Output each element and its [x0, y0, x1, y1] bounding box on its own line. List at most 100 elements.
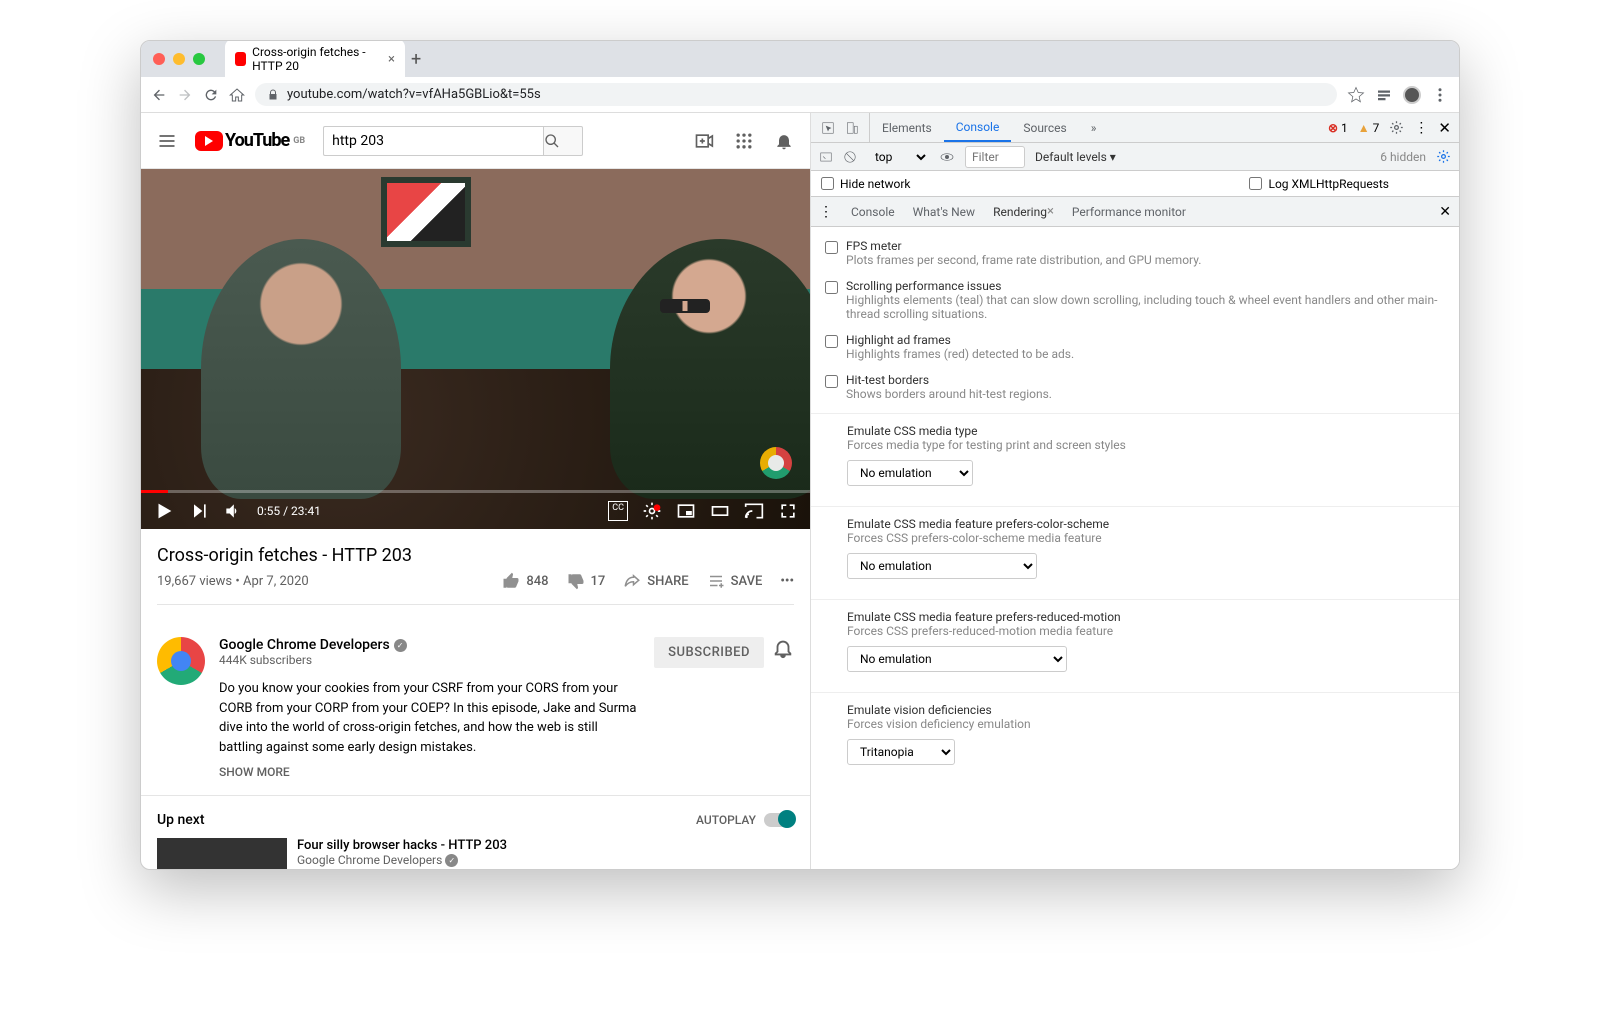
chrome-menu-icon[interactable]	[1431, 86, 1449, 104]
search-button[interactable]	[543, 126, 583, 156]
reload-icon[interactable]	[203, 87, 219, 103]
youtube-page: YouTube GB	[141, 113, 811, 869]
autoplay-toggle[interactable]	[764, 813, 794, 827]
fps-meter-option[interactable]: FPS meterPlots frames per second, frame …	[811, 233, 1459, 273]
region-label: GB	[293, 136, 305, 146]
close-rendering-icon[interactable]: ×	[1047, 204, 1054, 219]
apps-icon[interactable]	[734, 131, 754, 151]
lock-icon	[267, 89, 279, 101]
channel-avatar[interactable]	[157, 637, 205, 685]
vision-deficiency-select[interactable]: Tritanopia	[847, 739, 955, 765]
warn-badge[interactable]: ▲ 7	[1358, 121, 1380, 135]
back-icon[interactable]	[151, 87, 167, 103]
up-next-label: Up next	[157, 812, 205, 828]
color-scheme-select[interactable]: No emulation	[847, 553, 1037, 579]
cast-icon[interactable]	[744, 501, 764, 521]
search-icon	[544, 133, 560, 149]
play-icon[interactable]	[153, 500, 175, 522]
close-drawer-icon[interactable]: ✕	[1439, 204, 1451, 220]
theater-icon[interactable]	[710, 501, 730, 521]
video-player[interactable]: 0:55 / 23:41 CC	[141, 169, 810, 529]
omnibox[interactable]: youtube.com/watch?v=vfAHa5GBLio&t=55s	[255, 83, 1337, 106]
fullscreen-icon[interactable]	[778, 501, 798, 521]
tab-elements[interactable]: Elements	[870, 113, 944, 142]
settings-icon[interactable]	[642, 501, 662, 521]
drawer-console[interactable]: Console	[851, 197, 895, 226]
next-channel: Google Chrome Developers ✓	[297, 853, 507, 867]
show-more-button[interactable]: SHOW MORE	[219, 765, 640, 779]
video-description: Do you know your cookies from your CSRF …	[219, 679, 640, 757]
ad-frames-option[interactable]: Highlight ad framesHighlights frames (re…	[811, 327, 1459, 367]
close-devtools-icon[interactable]: ✕	[1438, 119, 1451, 137]
extension-icon[interactable]	[1375, 86, 1393, 104]
drawer-menu-icon[interactable]: ⋮	[819, 204, 833, 220]
drawer-rendering[interactable]: Rendering ×	[993, 197, 1054, 226]
hidden-count[interactable]: 6 hidden	[1380, 150, 1426, 164]
search-input[interactable]	[323, 126, 543, 156]
scroll-perf-option[interactable]: Scrolling performance issuesHighlights e…	[811, 273, 1459, 327]
miniplayer-icon[interactable]	[676, 501, 696, 521]
tab-sources[interactable]: Sources	[1011, 113, 1078, 142]
browser-window: Cross-origin fetches - HTTP 20 × + youtu…	[140, 40, 1460, 870]
rendering-pane: FPS meterPlots frames per second, frame …	[811, 227, 1459, 869]
console-settings-icon[interactable]	[1436, 149, 1451, 164]
home-icon[interactable]	[229, 87, 245, 103]
gear-icon[interactable]	[1389, 120, 1404, 135]
emulate-color-scheme: Emulate CSS media feature prefers-color-…	[811, 506, 1459, 593]
device-toggle-icon[interactable]	[845, 121, 859, 135]
up-next: Up next AUTOPLAY Four silly Four silly b…	[141, 796, 810, 869]
drawer-whatsnew[interactable]: What's New	[913, 197, 975, 226]
profile-avatar[interactable]	[1403, 86, 1421, 104]
error-badge[interactable]: ⊗ 1	[1328, 121, 1348, 135]
reduced-motion-select[interactable]: No emulation	[847, 646, 1067, 672]
next-title: Four silly browser hacks - HTTP 203	[297, 838, 507, 853]
next-video[interactable]: Four silly Four silly browser hacks - HT…	[157, 838, 794, 869]
tab-console[interactable]: Console	[944, 113, 1012, 142]
hide-network-checkbox[interactable]: Hide network	[821, 177, 911, 191]
context-selector[interactable]: top	[867, 147, 929, 167]
verified-icon: ✓	[445, 854, 458, 867]
youtube-logo[interactable]: YouTube GB	[195, 130, 305, 151]
media-type-select[interactable]: No emulation	[847, 460, 973, 486]
log-xhr-checkbox[interactable]: Log XMLHttpRequests	[1249, 177, 1389, 191]
tabs-overflow-icon[interactable]: »	[1079, 113, 1109, 142]
player-time: 0:55 / 23:41	[257, 504, 321, 518]
star-icon[interactable]	[1347, 86, 1365, 104]
live-expression-icon[interactable]	[939, 149, 955, 165]
console-settings-row: Hide network Log XMLHttpRequests	[811, 171, 1459, 197]
channel-name[interactable]: Google Chrome Developers ✓	[219, 637, 640, 653]
create-icon[interactable]	[694, 131, 714, 151]
clear-console-icon[interactable]	[843, 150, 857, 164]
browser-tab[interactable]: Cross-origin fetches - HTTP 20 ×	[225, 40, 405, 79]
player-controls: 0:55 / 23:41 CC	[141, 493, 810, 529]
hit-test-option[interactable]: Hit-test bordersShows borders around hit…	[811, 367, 1459, 407]
forward-icon[interactable]	[177, 87, 193, 103]
like-button[interactable]: 848	[502, 572, 548, 590]
log-levels[interactable]: Default levels ▾	[1035, 150, 1116, 164]
dislike-button[interactable]: 17	[567, 572, 606, 590]
close-tab-icon[interactable]: ×	[388, 52, 395, 67]
console-sidebar-icon[interactable]	[819, 150, 833, 164]
cc-icon[interactable]: CC	[608, 501, 628, 521]
minimize-window[interactable]	[173, 53, 185, 65]
hamburger-icon[interactable]	[157, 131, 177, 151]
emulate-reduced-motion: Emulate CSS media feature prefers-reduce…	[811, 599, 1459, 686]
autoplay-label: AUTOPLAY	[696, 813, 756, 827]
save-button[interactable]: SAVE	[707, 572, 763, 590]
drawer-perfmon[interactable]: Performance monitor	[1072, 197, 1186, 226]
share-button[interactable]: SHARE	[623, 572, 688, 590]
next-icon[interactable]	[189, 501, 209, 521]
filter-input[interactable]	[965, 146, 1025, 168]
volume-icon[interactable]	[223, 501, 243, 521]
subscribe-button[interactable]: SUBSCRIBED	[654, 637, 764, 668]
close-window[interactable]	[153, 53, 165, 65]
youtube-favicon	[235, 52, 246, 66]
bell-icon[interactable]	[772, 637, 794, 659]
more-actions-icon[interactable]: •••	[780, 574, 794, 589]
channel-row: Google Chrome Developers ✓ 444K subscrib…	[141, 621, 810, 796]
inspect-icon[interactable]	[821, 121, 835, 135]
new-tab-button[interactable]: +	[411, 49, 421, 70]
devtools-menu-icon[interactable]: ⋮	[1414, 120, 1428, 136]
notifications-icon[interactable]	[774, 131, 794, 151]
maximize-window[interactable]	[193, 53, 205, 65]
